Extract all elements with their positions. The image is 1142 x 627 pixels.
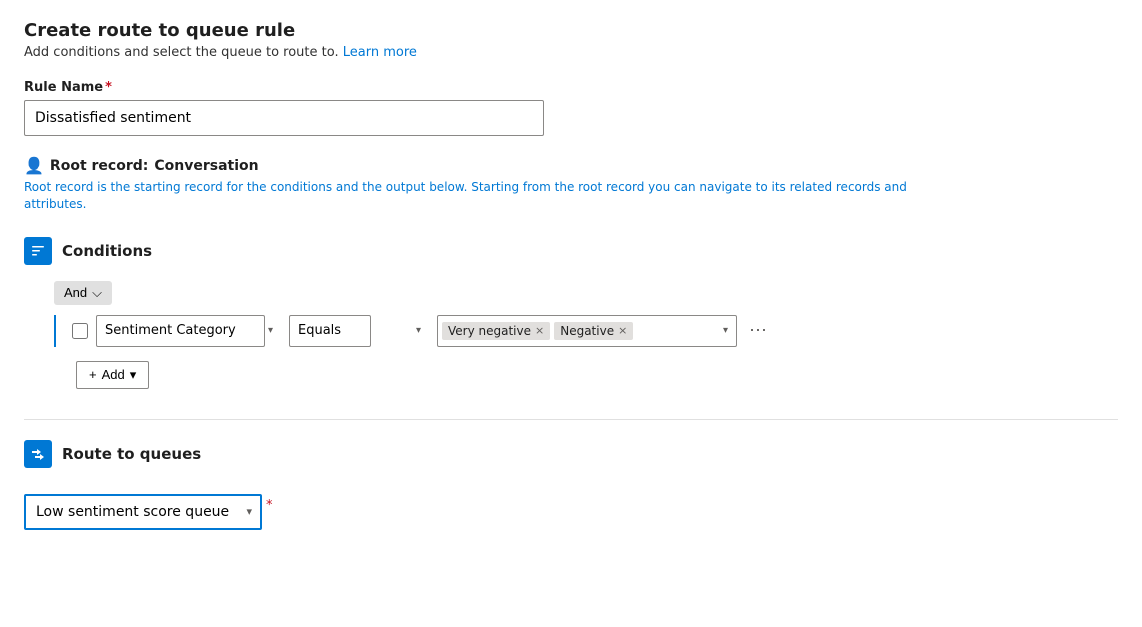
conditions-header: Conditions (24, 237, 1118, 265)
page-subtitle: Add conditions and select the queue to r… (24, 45, 1118, 60)
root-record-label: Root record: (50, 158, 148, 174)
conditions-icon (24, 237, 52, 265)
add-button[interactable]: + Add ▾ (76, 361, 149, 389)
root-record-section: 👤 Root record: Conversation Root record … (24, 156, 1118, 213)
queue-select[interactable]: Low sentiment score queue Default queue … (24, 494, 262, 530)
rule-name-input[interactable] (24, 100, 544, 136)
condition-row: Sentiment Category ▾ Equals ▾ Very negat… (72, 315, 771, 347)
rule-name-required-star: * (105, 80, 112, 95)
tag-negative: Negative × (554, 322, 633, 340)
operator-select[interactable]: Equals (289, 315, 371, 347)
operator-select-chevron-icon: ▾ (416, 325, 421, 336)
field-select[interactable]: Sentiment Category (96, 315, 265, 347)
and-chevron-icon: ⌵ (92, 285, 102, 301)
condition-checkbox[interactable] (72, 323, 88, 339)
more-icon: ⋯ (749, 320, 767, 341)
rule-name-label: Rule Name* (24, 80, 1118, 95)
queue-select-wrapper: Low sentiment score queue Default queue … (24, 494, 262, 530)
root-record-value: Conversation (154, 158, 258, 174)
tag-very-negative: Very negative × (442, 322, 550, 340)
queue-field-row: Low sentiment score queue Default queue … (24, 484, 1118, 530)
learn-more-link[interactable]: Learn more (343, 45, 417, 60)
and-button[interactable]: And ⌵ (54, 281, 112, 305)
route-to-queues-section: Route to queues Low sentiment score queu… (24, 440, 1118, 530)
field-select-wrapper: Sentiment Category ▾ (96, 315, 281, 347)
route-to-queues-title: Route to queues (62, 445, 201, 463)
person-icon: 👤 (24, 156, 44, 175)
values-field[interactable]: Very negative × Negative × ▾ (437, 315, 737, 347)
page-title: Create route to queue rule (24, 20, 1118, 41)
root-record-header: 👤 Root record: Conversation (24, 156, 1118, 175)
rule-name-section: Rule Name* (24, 80, 1118, 156)
route-to-queues-icon (24, 440, 52, 468)
values-dropdown-button[interactable]: ▾ (719, 325, 732, 336)
section-divider (24, 419, 1118, 420)
plus-icon: + (89, 367, 97, 382)
condition-row-wrapper: Sentiment Category ▾ Equals ▾ Very negat… (54, 315, 1118, 347)
operator-select-wrapper: Equals ▾ (289, 315, 429, 347)
conditions-section: Conditions And ⌵ Sentiment Category ▾ Eq… (24, 237, 1118, 389)
add-chevron-icon: ▾ (130, 367, 137, 383)
root-record-description: Root record is the starting record for t… (24, 179, 924, 213)
route-to-queues-header: Route to queues (24, 440, 1118, 468)
remove-very-negative-button[interactable]: × (535, 325, 544, 336)
field-select-chevron-icon: ▾ (268, 325, 273, 336)
queue-required-star: * (266, 498, 273, 513)
more-options-button[interactable]: ⋯ (745, 320, 771, 341)
remove-negative-button[interactable]: × (618, 325, 627, 336)
conditions-title: Conditions (62, 242, 152, 260)
